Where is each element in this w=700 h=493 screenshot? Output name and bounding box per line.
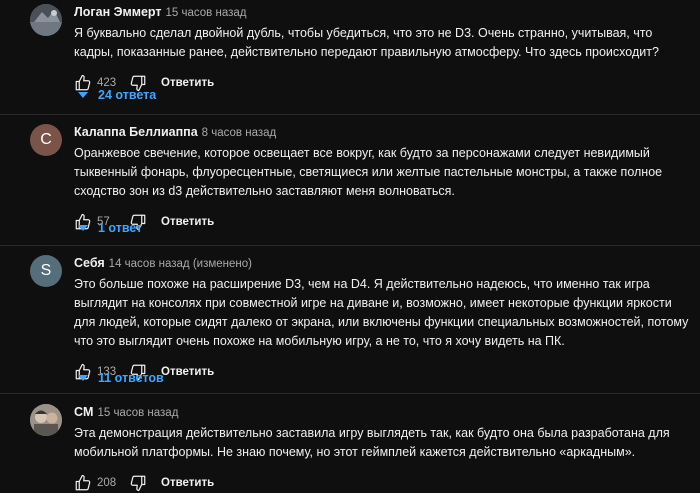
comment-divider xyxy=(0,245,700,246)
thumb-down-icon[interactable] xyxy=(129,474,147,492)
avatar[interactable]: S xyxy=(30,255,62,287)
comment-text: Оранжевое свечение, которое освещает все… xyxy=(74,146,663,198)
view-replies-button[interactable]: 24 ответа xyxy=(78,88,156,102)
comment-text: Это больше похоже на расширение D3, чем … xyxy=(74,277,689,348)
like-count: 208 xyxy=(97,477,117,489)
replies-count-label: 24 ответа xyxy=(98,88,157,102)
chevron-down-icon xyxy=(78,91,88,99)
view-replies-button[interactable]: 11 ответов xyxy=(78,371,164,385)
comment-divider xyxy=(0,393,700,394)
comment-timestamp[interactable]: 8 часов назад xyxy=(202,127,277,139)
replies-count-label: 11 ответов xyxy=(98,371,164,385)
reply-button[interactable]: Ответить xyxy=(161,216,214,228)
thumb-up-icon[interactable] xyxy=(74,474,92,492)
avatar-letter: C xyxy=(40,131,52,148)
avatar-photo xyxy=(30,4,62,36)
chevron-down-icon xyxy=(78,374,88,382)
chevron-down-icon xyxy=(78,224,88,232)
comment-author[interactable]: Логан Эммерт xyxy=(74,5,162,19)
avatar[interactable] xyxy=(30,4,62,36)
comment-timestamp[interactable]: 15 часов назад xyxy=(166,7,247,19)
avatar[interactable]: C xyxy=(30,124,62,156)
comment-timestamp[interactable]: 15 часов назад xyxy=(97,407,178,419)
reply-button[interactable]: Ответить xyxy=(161,366,214,378)
comment-divider xyxy=(0,114,700,115)
reply-button[interactable]: Ответить xyxy=(161,77,214,89)
comment-author[interactable]: CM xyxy=(74,405,93,419)
comment-author[interactable]: Себя xyxy=(74,256,105,270)
comment-text: Я буквально сделал двойной дубль, чтобы … xyxy=(74,26,659,59)
comment-author[interactable]: Калаппа Беллиаппа xyxy=(74,125,198,139)
avatar[interactable] xyxy=(30,404,62,436)
replies-count-label: 1 ответ xyxy=(98,221,143,235)
comment-text: Эта демонстрация действительно заставила… xyxy=(74,426,670,459)
avatar-letter: S xyxy=(40,262,52,279)
avatar-photo xyxy=(30,404,62,436)
view-replies-button[interactable]: 1 ответ xyxy=(78,221,142,235)
reply-button[interactable]: Ответить xyxy=(161,477,214,489)
comment-timestamp[interactable]: 14 часов назад (изменено) xyxy=(109,258,252,270)
